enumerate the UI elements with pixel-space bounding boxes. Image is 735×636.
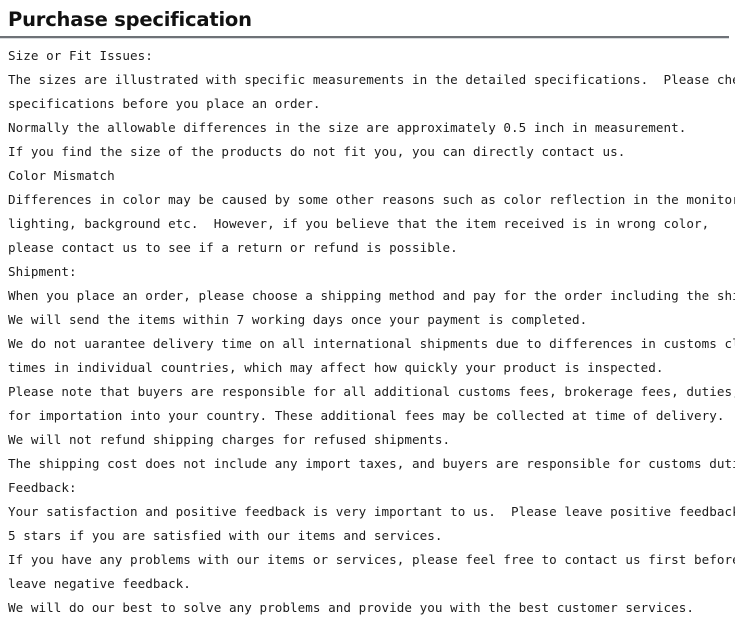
spec-line: times in individual countries, which may… <box>8 360 664 375</box>
spec-line: Your satisfaction and positive feedback … <box>8 504 735 519</box>
spec-line: Differences in color may be caused by so… <box>8 192 735 207</box>
spec-line: We do not uarantee delivery time on all … <box>8 336 735 351</box>
page-title: Purchase specification <box>8 8 252 31</box>
spec-line: When you place an order, please choose a… <box>8 288 735 303</box>
spec-line: leave negative feedback. <box>8 576 191 591</box>
purchase-specification-page: Purchase specification Size or Fit Issue… <box>0 0 735 636</box>
spec-line: We will not refund shipping charges for … <box>8 432 451 447</box>
spec-line: for importation into your country. These… <box>8 408 725 423</box>
spec-line: The sizes are illustrated with specific … <box>8 72 735 87</box>
spec-line: The shipping cost does not include any i… <box>8 456 735 471</box>
spec-line: Size or Fit Issues: <box>8 48 153 63</box>
spec-line: specifications before you place an order… <box>8 96 321 111</box>
spec-line: Please note that buyers are responsible … <box>8 384 735 399</box>
spec-line: Color Mismatch <box>8 168 115 183</box>
spec-line: If you find the size of the products do … <box>8 144 626 159</box>
spec-line: 5 stars if you are satisfied with our it… <box>8 528 443 543</box>
spec-line: please contact us to see if a return or … <box>8 240 458 255</box>
specification-body: Size or Fit Issues: The sizes are illustr… <box>0 39 735 620</box>
spec-line: We will send the items within 7 working … <box>8 312 588 327</box>
spec-line: Feedback: <box>8 480 77 495</box>
spec-line: lighting, background etc. However, if yo… <box>8 216 710 231</box>
spec-line: If you have any problems with our items … <box>8 552 735 567</box>
spec-line: Normally the allowable differences in th… <box>8 120 687 135</box>
spec-line: Shipment: <box>8 264 77 279</box>
spec-line: We will do our best to solve any problem… <box>8 600 694 615</box>
